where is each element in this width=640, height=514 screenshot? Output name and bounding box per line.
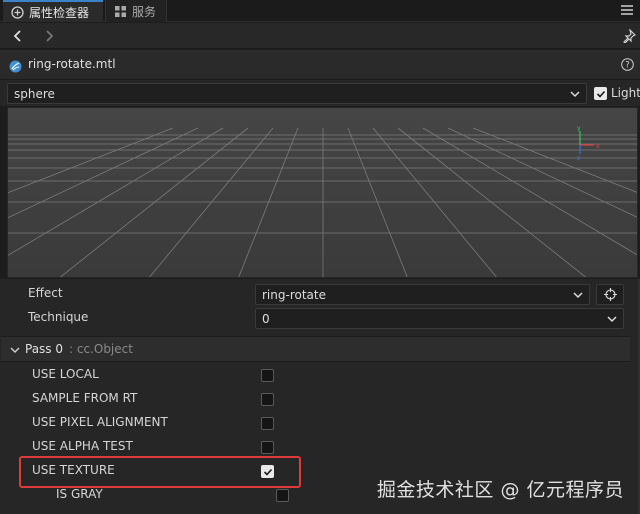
use-local-checkbox[interactable]: [261, 369, 274, 382]
pin-icon: [623, 29, 636, 43]
technique-value: 0: [262, 311, 270, 326]
preview-model-value: sphere: [14, 86, 55, 101]
chevron-down-icon: [573, 291, 583, 298]
panel-menu-icon[interactable]: [620, 3, 634, 17]
inspector-icon: [11, 5, 24, 19]
effect-select[interactable]: ring-rotate: [255, 284, 590, 305]
panel-tab-bar: 属性检查器 服务: [0, 0, 640, 22]
checkmark-icon: [596, 90, 605, 98]
chevron-down-icon: [607, 315, 617, 322]
services-icon: [114, 5, 127, 18]
sample-from-rt-checkbox[interactable]: [261, 393, 274, 406]
light-label: Light: [611, 86, 640, 100]
tab-inspector-label: 属性检查器: [29, 5, 90, 20]
caret-down-icon: [10, 347, 20, 354]
svg-text:?: ?: [625, 61, 630, 71]
pin-button[interactable]: [620, 27, 638, 45]
chevron-down-icon: [570, 90, 580, 97]
help-icon[interactable]: ?: [621, 58, 634, 71]
chevron-left-icon: [13, 30, 21, 42]
chevron-right-icon: [46, 30, 54, 42]
locate-icon: [603, 288, 617, 301]
svg-text:z: z: [577, 155, 580, 162]
use-alpha-test-checkbox[interactable]: [261, 441, 274, 454]
technique-label: Technique: [28, 310, 89, 324]
pass-type: : cc.Object: [69, 342, 133, 356]
grid-floor: y x z: [8, 108, 637, 277]
material-preview-viewport[interactable]: y x z: [7, 107, 638, 278]
define-label-is-gray: IS GRAY: [56, 487, 103, 501]
tab-inspector[interactable]: 属性检查器: [3, 0, 103, 22]
define-label-sample-from-rt: SAMPLE FROM RT: [32, 391, 138, 405]
preview-model-select[interactable]: sphere: [7, 83, 587, 104]
define-label-use-local: USE LOCAL: [32, 367, 99, 381]
pass-title: Pass 0: [25, 342, 64, 356]
annotation-highlight-box: [19, 456, 301, 488]
material-icon: [9, 60, 22, 73]
tab-services-label: 服务: [132, 4, 157, 19]
watermark-text: 掘金技术社区 @ 亿元程序员: [376, 479, 624, 501]
forward-button[interactable]: [40, 27, 58, 45]
preview-toolbar: sphere Light: [0, 80, 640, 106]
technique-select[interactable]: 0: [255, 308, 624, 329]
inspector-toolbar: [0, 23, 640, 49]
effect-value: ring-rotate: [262, 287, 326, 302]
svg-text:x: x: [596, 143, 600, 150]
define-label-use-alpha-test: USE ALPHA TEST: [32, 439, 133, 453]
tab-services[interactable]: 服务: [105, 0, 167, 22]
light-checkbox[interactable]: [594, 87, 607, 100]
asset-name: ring-rotate.mtl: [28, 57, 116, 71]
define-label-use-pixel-alignment: USE PIXEL ALIGNMENT: [32, 415, 168, 429]
svg-text:y: y: [577, 125, 581, 132]
asset-header: ring-rotate.mtl ?: [0, 50, 640, 80]
is-gray-checkbox[interactable]: [276, 489, 289, 502]
effect-label: Effect: [28, 286, 63, 300]
locate-effect-button[interactable]: [596, 284, 624, 305]
use-pixel-alignment-checkbox[interactable]: [261, 417, 274, 430]
pass-section-header[interactable]: Pass 0 : cc.Object: [1, 336, 630, 362]
back-button[interactable]: [9, 27, 27, 45]
